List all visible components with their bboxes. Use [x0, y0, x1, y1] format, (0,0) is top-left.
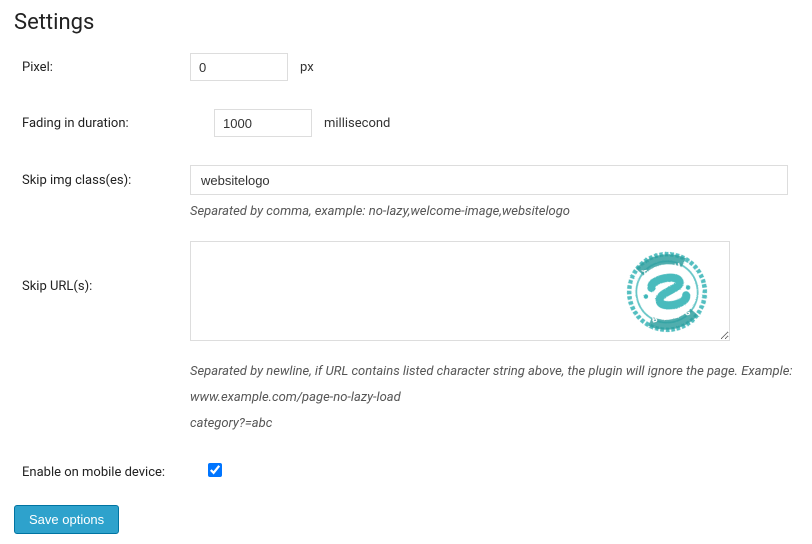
- label-skip-url: Skip URL(s):: [10, 241, 190, 294]
- helper-skip-url-line2: www.example.com/page-no-lazy-load: [190, 385, 802, 411]
- field-row-skip-url: Skip URL(s): T·E·C·H B·L·O·G: [10, 241, 802, 437]
- helper-skip-img: Separated by comma, example: no-lazy,wel…: [190, 203, 802, 221]
- helper-skip-url: Separated by newline, if URL contains li…: [190, 359, 802, 437]
- input-duration[interactable]: [214, 109, 312, 137]
- label-duration: Fading in duration:: [10, 116, 190, 131]
- suffix-pixel: px: [300, 60, 314, 75]
- field-row-pixel: Pixel: px: [10, 53, 802, 81]
- field-row-skip-img: Skip img class(es): Separated by comma, …: [10, 165, 802, 221]
- helper-skip-url-line3: category?=abc: [190, 411, 802, 437]
- input-skip-img[interactable]: [190, 165, 788, 195]
- page-title: Settings: [14, 10, 802, 35]
- label-pixel: Pixel:: [10, 60, 190, 75]
- suffix-duration: millisecond: [324, 116, 390, 131]
- textarea-skip-url[interactable]: [190, 241, 730, 341]
- save-button[interactable]: Save options: [14, 505, 119, 534]
- label-skip-img: Skip img class(es):: [10, 165, 190, 188]
- helper-skip-url-line1: Separated by newline, if URL contains li…: [190, 359, 802, 385]
- checkbox-mobile[interactable]: [208, 463, 222, 477]
- field-row-duration: Fading in duration: millisecond: [10, 109, 802, 137]
- label-mobile: Enable on mobile device:: [10, 465, 190, 480]
- input-pixel[interactable]: [190, 53, 288, 81]
- field-row-mobile: Enable on mobile device:: [10, 463, 802, 481]
